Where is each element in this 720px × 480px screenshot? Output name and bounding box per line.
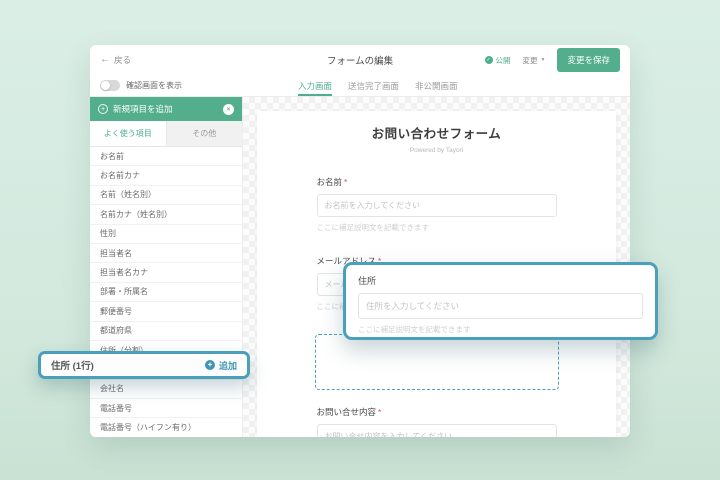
field-name-input[interactable] xyxy=(317,194,557,217)
sidebar-item-phone[interactable]: 電話番号 xyxy=(90,399,242,418)
field-name-label-text: お名前 xyxy=(317,177,343,187)
confirmation-screen-toggle[interactable] xyxy=(100,80,120,91)
change-dropdown[interactable]: 変更 ▼ xyxy=(523,55,546,66)
sidebar-item-prefecture[interactable]: 都道府県 xyxy=(90,322,242,341)
sidebar-item-name[interactable]: お名前 xyxy=(90,147,242,166)
address-preview-label: 住所 xyxy=(358,274,643,287)
field-name-label: お名前* xyxy=(317,176,557,188)
add-item-sidebar: + 新規項目を追加 ✕ よく使う項目 その他 お名前 お名前カナ 名前（姓名別）… xyxy=(90,97,243,437)
sidebar-tab-other[interactable]: その他 xyxy=(166,121,243,146)
tab-complete-screen[interactable]: 送信完了画面 xyxy=(348,75,399,96)
field-inquiry-label: お問い合せ内容* xyxy=(317,406,557,418)
sidebar-tab-frequent[interactable]: よく使う項目 xyxy=(90,121,166,146)
sidebar-item-gender[interactable]: 性別 xyxy=(90,225,242,244)
published-check-icon: ✓ xyxy=(485,56,493,64)
sidebar-header: + 新規項目を追加 ✕ xyxy=(90,97,242,121)
sidebar-item-company[interactable]: 会社名 xyxy=(90,380,242,399)
sidebar-item-contact-name-kana[interactable]: 担当者名カナ xyxy=(90,263,242,282)
sidebar-item-postal-code[interactable]: 郵便番号 xyxy=(90,302,242,321)
field-name-helper: ここに補足説明文を記載できます xyxy=(317,222,557,233)
form-title: お問い合わせフォーム xyxy=(257,123,616,142)
toggle-label: 確認画面を表示 xyxy=(126,80,182,91)
top-bar: ← 戻る フォームの編集 ✓ 公開 変更 ▼ 変更を保存 xyxy=(90,45,630,75)
publish-status-badge: ✓ 公開 xyxy=(485,55,511,66)
add-button-label: 追加 xyxy=(219,359,237,372)
add-circle-icon: + xyxy=(98,104,108,114)
field-drop-target[interactable] xyxy=(315,334,559,390)
change-dropdown-label: 変更 xyxy=(523,55,538,66)
field-inquiry-textarea[interactable] xyxy=(317,424,557,437)
required-mark: * xyxy=(378,407,381,417)
sidebar-item-department[interactable]: 部署・所属名 xyxy=(90,283,242,302)
toggle-knob xyxy=(101,81,110,90)
field-inquiry-label-text: お問い合せ内容 xyxy=(317,407,377,417)
sub-bar: 確認画面を表示 入力画面 送信完了画面 非公開画面 xyxy=(90,75,630,97)
sidebar-item-name-kana-split[interactable]: 名前カナ（姓名別） xyxy=(90,205,242,224)
powered-by-label: Powered by Tayori xyxy=(257,147,616,154)
close-icon[interactable]: ✕ xyxy=(223,104,234,115)
address-preview-helper: ここに補足説明文を記載できます xyxy=(358,324,643,335)
address-preview-input[interactable] xyxy=(358,293,643,319)
tab-input-screen[interactable]: 入力画面 xyxy=(298,75,332,96)
add-field-button[interactable]: + 追加 xyxy=(205,359,237,372)
required-mark: * xyxy=(344,177,347,187)
address-field-preview-callout: 住所 ここに補足説明文を記載できます xyxy=(343,262,658,340)
editor-tabs: 入力画面 送信完了画面 非公開画面 xyxy=(298,75,458,96)
sidebar-item-name-split[interactable]: 名前（姓名別） xyxy=(90,186,242,205)
address-single-line-label: 住所 (1行) xyxy=(51,358,94,372)
sidebar-item-name-kana[interactable]: お名前カナ xyxy=(90,166,242,185)
sidebar-item-contact-name[interactable]: 担当者名 xyxy=(90,244,242,263)
field-inquiry: お問い合せ内容* xyxy=(317,406,557,437)
save-changes-button[interactable]: 変更を保存 xyxy=(557,48,620,72)
sidebar-item-list: お名前 お名前カナ 名前（姓名別） 名前カナ（姓名別） 性別 担当者名 担当者名… xyxy=(90,147,242,437)
sidebar-header-label: 新規項目を追加 xyxy=(113,103,173,115)
topbar-actions: ✓ 公開 変更 ▼ 変更を保存 xyxy=(485,48,620,72)
address-single-line-callout[interactable]: 住所 (1行) + 追加 xyxy=(38,351,250,379)
caret-down-icon: ▼ xyxy=(541,57,546,63)
sidebar-item-phone-hyphen[interactable]: 電話番号（ハイフン有り） xyxy=(90,418,242,437)
publish-status-label: 公開 xyxy=(496,55,511,66)
sidebar-tabs: よく使う項目 その他 xyxy=(90,121,242,147)
field-name: お名前* ここに補足説明文を記載できます xyxy=(317,176,557,233)
tab-private-screen[interactable]: 非公開画面 xyxy=(415,75,458,96)
add-circle-icon: + xyxy=(205,360,215,370)
